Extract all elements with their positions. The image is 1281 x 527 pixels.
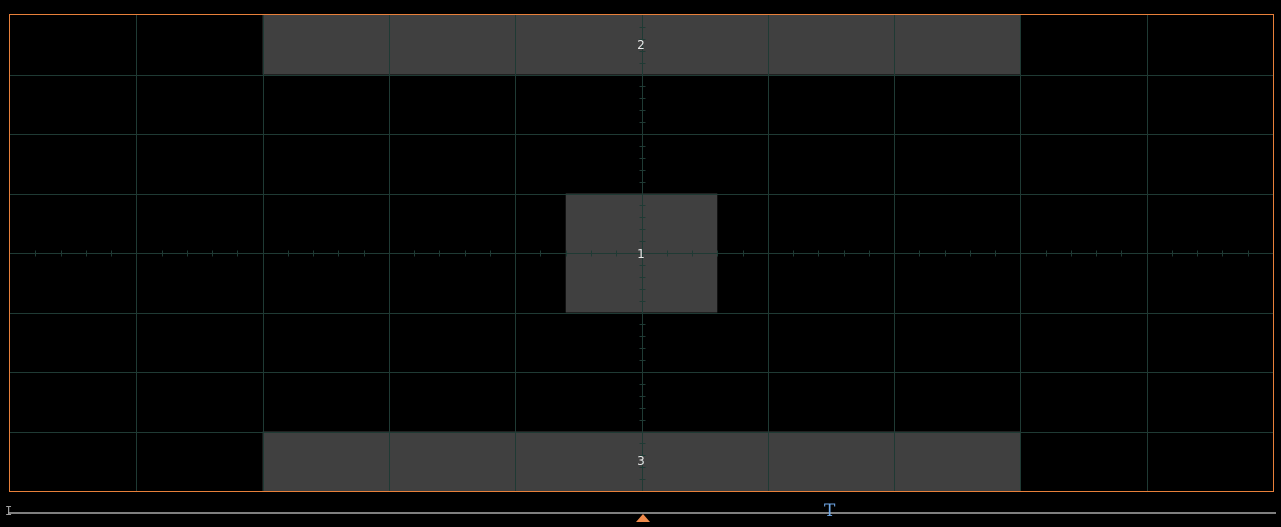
oscilloscope-screen: 2 1 3 I T <box>0 0 1281 527</box>
i-beam-icon: I <box>5 504 13 518</box>
zone-1-label: 1 <box>637 247 645 261</box>
waveform-display[interactable]: 2 1 3 <box>9 14 1274 492</box>
zone-3-label: 3 <box>637 454 645 468</box>
zone-2-label: 2 <box>637 38 645 52</box>
triangle-up-icon[interactable] <box>636 514 650 522</box>
t-marker-icon[interactable]: T <box>824 501 835 521</box>
